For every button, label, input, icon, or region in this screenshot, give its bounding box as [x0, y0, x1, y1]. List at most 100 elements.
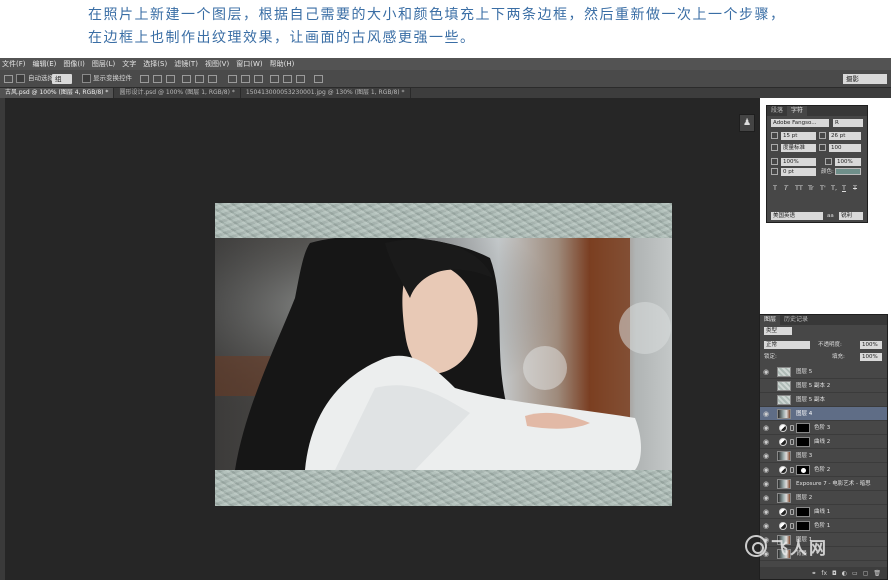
distribute-top-icon[interactable]	[228, 75, 237, 83]
faux-italic-button[interactable]: T	[784, 184, 788, 192]
distribute-bottom-icon[interactable]	[254, 75, 263, 83]
horizontal-scale-field[interactable]: 100%	[835, 158, 861, 166]
visibility-eye-icon[interactable]: ◉	[763, 452, 771, 460]
mask-link-icon[interactable]	[790, 425, 794, 431]
layer-row[interactable]: ◉ 色阶 2	[760, 463, 887, 477]
layer-row[interactable]: 图层 5 副本	[760, 393, 887, 407]
menu-filter[interactable]: 滤镜(T)	[174, 59, 198, 69]
layer-mask-thumbnail[interactable]	[796, 423, 810, 433]
menu-file[interactable]: 文件(F)	[2, 59, 26, 69]
distribute-left-icon[interactable]	[270, 75, 279, 83]
leading-field[interactable]: 26 pt	[829, 132, 861, 140]
align-right-icon[interactable]	[208, 75, 217, 83]
new-layer-icon[interactable]: ▢	[863, 570, 869, 577]
visibility-eye-icon[interactable]: ◉	[763, 508, 771, 516]
font-style-select[interactable]: R	[833, 119, 863, 127]
menu-help[interactable]: 帮助(H)	[270, 59, 295, 69]
layer-kind-filter[interactable]: 类型	[764, 327, 792, 335]
distribute-right-icon[interactable]	[296, 75, 305, 83]
collapsed-panel-button[interactable]: ♟	[739, 114, 755, 132]
tab-circle-design-psd[interactable]: 圆形设计.psd @ 100% (图层 1, RGB/8) *	[114, 88, 241, 98]
baseline-shift-field[interactable]: 0 pt	[781, 168, 816, 176]
menu-image[interactable]: 图像(I)	[63, 59, 85, 69]
antialias-select[interactable]: 锐利	[839, 212, 863, 220]
visibility-eye-icon[interactable]: ◉	[763, 494, 771, 502]
layer-row[interactable]: ◉ 曲线 2	[760, 435, 887, 449]
layer-row[interactable]: ◉ 图层 4	[760, 407, 887, 421]
menu-window[interactable]: 窗口(W)	[236, 59, 262, 69]
strikethrough-button[interactable]: T	[853, 184, 857, 192]
fx-icon[interactable]: fx	[821, 570, 827, 577]
visibility-eye-icon[interactable]	[763, 396, 771, 404]
layer-row[interactable]: ◉ 图层 5	[760, 365, 887, 379]
menu-select[interactable]: 选择(S)	[143, 59, 167, 69]
fill-field[interactable]: 100%	[860, 353, 882, 361]
align-hcenter-icon[interactable]	[195, 75, 204, 83]
tab-gufeng-psd[interactable]: 古风.psd @ 100% (图层 4, RGB/8) *	[0, 88, 115, 98]
text-color-swatch[interactable]	[835, 168, 861, 175]
layer-row[interactable]: ◉ 色阶 3	[760, 421, 887, 435]
menu-type[interactable]: 文字	[122, 59, 136, 69]
faux-bold-button[interactable]: T	[773, 184, 777, 192]
layer-row[interactable]: 图层 5 副本 2	[760, 379, 887, 393]
adjustment-icon[interactable]: ◐	[842, 570, 847, 577]
visibility-eye-icon[interactable]: ◉	[763, 438, 771, 446]
distribute-vcenter-icon[interactable]	[241, 75, 250, 83]
layer-thumbnail[interactable]	[777, 451, 791, 461]
align-vcenter-icon[interactable]	[153, 75, 162, 83]
blend-mode-select[interactable]: 正常	[764, 341, 810, 349]
superscript-button[interactable]: T'	[820, 184, 826, 192]
layer-row[interactable]: ◉ 图层 3	[760, 449, 887, 463]
layer-thumbnail[interactable]	[777, 381, 791, 391]
align-left-icon[interactable]	[182, 75, 191, 83]
small-caps-button[interactable]: Tr	[808, 184, 814, 192]
mask-link-icon[interactable]	[790, 467, 794, 473]
layer-row[interactable]: ◉ 图层 2	[760, 491, 887, 505]
layer-thumbnail[interactable]	[777, 395, 791, 405]
tab-character[interactable]: 字符	[787, 106, 808, 116]
align-top-icon[interactable]	[140, 75, 149, 83]
layer-mask-thumbnail[interactable]	[796, 465, 810, 475]
layer-thumbnail[interactable]	[777, 493, 791, 503]
menu-view[interactable]: 视图(V)	[205, 59, 229, 69]
layer-mask-thumbnail[interactable]	[796, 521, 810, 531]
mask-icon[interactable]: ◘	[832, 570, 837, 577]
kerning-field[interactable]: 度量标准	[781, 144, 816, 152]
layer-thumbnail[interactable]	[777, 367, 791, 377]
auto-align-icon[interactable]	[314, 75, 323, 83]
mask-link-icon[interactable]	[790, 439, 794, 445]
underline-button[interactable]: T	[842, 184, 846, 192]
tab-jpg-file[interactable]: 150413000053230001.jpg @ 130% (图层 1, RGB…	[241, 88, 411, 98]
tab-layers[interactable]: 图层	[760, 315, 781, 325]
auto-select-dropdown[interactable]: 组	[52, 74, 72, 84]
link-icon[interactable]: ⚭	[811, 570, 816, 577]
visibility-eye-icon[interactable]: ◉	[763, 466, 771, 474]
layer-row[interactable]: ◉ 色阶 1	[760, 519, 887, 533]
layer-thumbnail[interactable]	[777, 479, 791, 489]
layer-thumbnail[interactable]	[777, 409, 791, 419]
visibility-eye-icon[interactable]: ◉	[763, 410, 771, 418]
layer-row[interactable]: ◉ Exposure 7 - 电影艺术 - 暗思 正...	[760, 477, 887, 491]
layer-mask-thumbnail[interactable]	[796, 437, 810, 447]
visibility-eye-icon[interactable]: ◉	[763, 480, 771, 488]
visibility-eye-icon[interactable]	[763, 382, 771, 390]
menu-layer[interactable]: 图层(L)	[92, 59, 115, 69]
auto-select-checkbox[interactable]	[16, 74, 25, 83]
font-size-field[interactable]: 15 pt	[781, 132, 816, 140]
trash-icon[interactable]: 🗑	[873, 570, 881, 577]
layer-mask-thumbnail[interactable]	[796, 507, 810, 517]
all-caps-button[interactable]: TT	[795, 184, 803, 192]
opacity-field[interactable]: 100%	[860, 341, 882, 349]
menu-edit[interactable]: 编辑(E)	[33, 59, 57, 69]
tab-history[interactable]: 历史记录	[780, 315, 812, 325]
mask-link-icon[interactable]	[790, 523, 794, 529]
layer-row[interactable]: ◉ 曲线 1	[760, 505, 887, 519]
subscript-button[interactable]: T,	[831, 184, 837, 192]
workspace-switcher[interactable]: 摄影	[843, 74, 887, 84]
visibility-eye-icon[interactable]: ◉	[763, 424, 771, 432]
show-transform-checkbox[interactable]	[82, 74, 91, 83]
font-family-select[interactable]: Adobe Fangso...	[771, 119, 829, 127]
group-icon[interactable]: ▭	[852, 570, 858, 577]
tab-paragraph[interactable]: 段落	[767, 106, 787, 116]
document-canvas[interactable]	[215, 203, 672, 506]
